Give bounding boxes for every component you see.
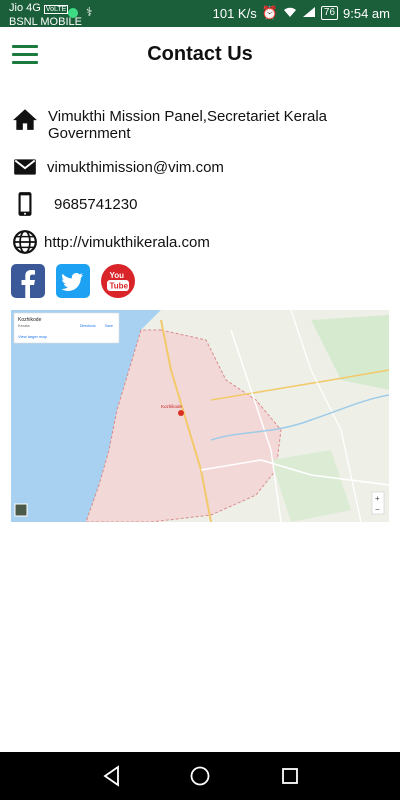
map-canvas[interactable]: Kozhikode Kerala View larger map Directi…	[11, 310, 389, 522]
volte-badge: VoLTE	[43, 5, 69, 14]
app-bar: Contact Us	[0, 27, 400, 83]
phone-row[interactable]: 9685741230	[12, 191, 392, 217]
youtube-icon[interactable]: You Tube	[101, 264, 135, 298]
directions-link[interactable]: Directions	[80, 324, 96, 328]
status-bar: Jio 4G VoLTE BSNL MOBILE ⚕ 101 K/s ⏰ 76 …	[0, 0, 400, 28]
home-button-icon[interactable]	[188, 764, 212, 788]
svg-text:You: You	[110, 271, 125, 280]
map-place-region: Kerala	[18, 323, 30, 328]
phone-text[interactable]: 9685741230	[54, 196, 137, 213]
globe-icon	[13, 230, 37, 254]
recents-icon[interactable]	[278, 764, 302, 788]
map-view[interactable]: Kozhikode Kerala View larger map Directi…	[11, 310, 389, 522]
phone-icon	[18, 192, 32, 216]
map-marker-icon[interactable]	[178, 410, 184, 416]
svg-text:Tube: Tube	[110, 282, 129, 291]
battery-icon: 76	[320, 6, 339, 20]
back-icon[interactable]	[100, 764, 124, 788]
address-row: Vimukthi Mission Panel,Secretariet Keral…	[12, 106, 392, 142]
website-text[interactable]: http://vimukthikerala.com	[44, 234, 210, 251]
address-text: Vimukthi Mission Panel,Secretariet Keral…	[48, 108, 327, 142]
mail-icon	[14, 159, 36, 175]
page-title: Contact Us	[147, 43, 253, 65]
view-larger-map-link[interactable]: View larger map	[18, 334, 48, 339]
alarm-icon: ⏰	[261, 5, 278, 20]
address-line-1: Vimukthi Mission Panel,Secretariet Keral…	[48, 108, 328, 125]
satellite-toggle[interactable]	[14, 503, 28, 517]
save-link[interactable]: Save	[105, 324, 113, 328]
website-row[interactable]: http://vimukthikerala.com	[12, 229, 392, 255]
zoom-out-button[interactable]: −	[375, 505, 380, 514]
status-right: 101 K/s ⏰ 76 9:54 am	[213, 5, 390, 21]
wifi-icon	[283, 6, 297, 21]
social-links: You Tube	[11, 264, 135, 298]
facebook-icon[interactable]	[11, 264, 45, 298]
nav-bar	[0, 752, 400, 800]
carrier-1: Jio 4G	[9, 2, 41, 14]
home-icon	[13, 109, 37, 130]
network-speed: 101 K/s	[212, 5, 257, 21]
clock: 9:54 am	[343, 5, 390, 21]
twitter-icon[interactable]	[56, 264, 90, 298]
notification-dot-icon	[68, 8, 78, 18]
email-text[interactable]: vimukthimission@vim.com	[47, 159, 224, 176]
signal-icon	[302, 6, 316, 21]
zoom-in-button[interactable]: +	[375, 494, 380, 503]
map-marker-label: Kozhikode	[161, 404, 183, 409]
usb-icon: ⚕	[86, 5, 93, 19]
address-line-2: Government	[48, 125, 131, 142]
email-row[interactable]: vimukthimission@vim.com	[12, 154, 392, 180]
